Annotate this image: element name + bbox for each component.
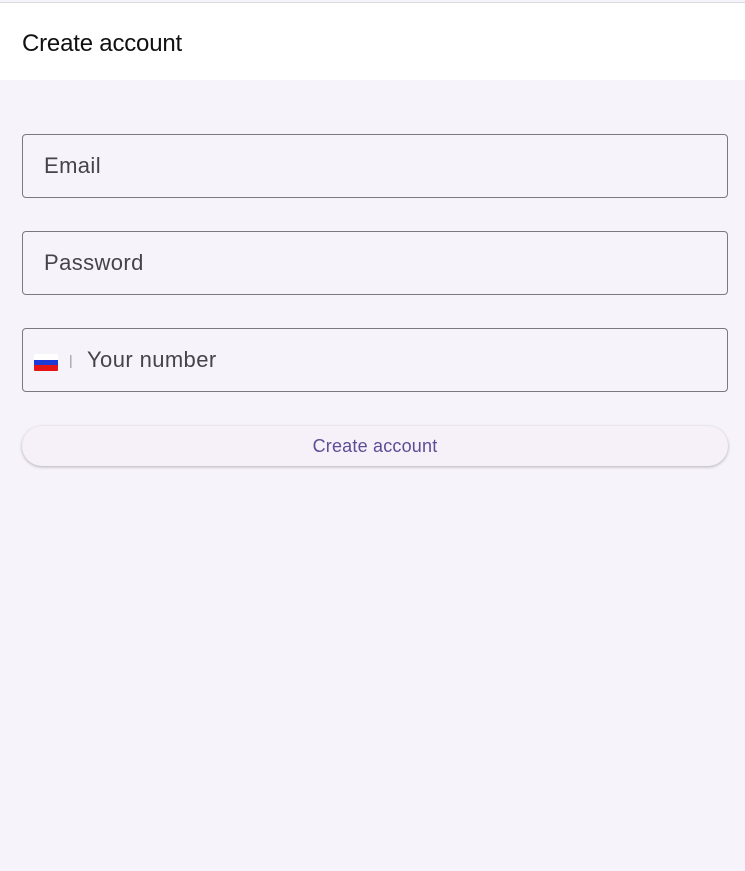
phone-number-field[interactable]	[23, 329, 727, 391]
password-field[interactable]	[23, 232, 727, 294]
russia-flag-icon[interactable]	[34, 354, 58, 371]
email-field-container	[22, 134, 728, 198]
email-field[interactable]	[23, 135, 727, 197]
phone-field-container: |	[22, 328, 728, 392]
country-code-divider: |	[69, 352, 73, 368]
password-field-container	[22, 231, 728, 295]
app-bar: Create account	[0, 3, 745, 80]
signup-form-area	[0, 80, 745, 871]
page-title: Create account	[22, 30, 182, 57]
create-account-button[interactable]: Create account	[22, 426, 728, 466]
